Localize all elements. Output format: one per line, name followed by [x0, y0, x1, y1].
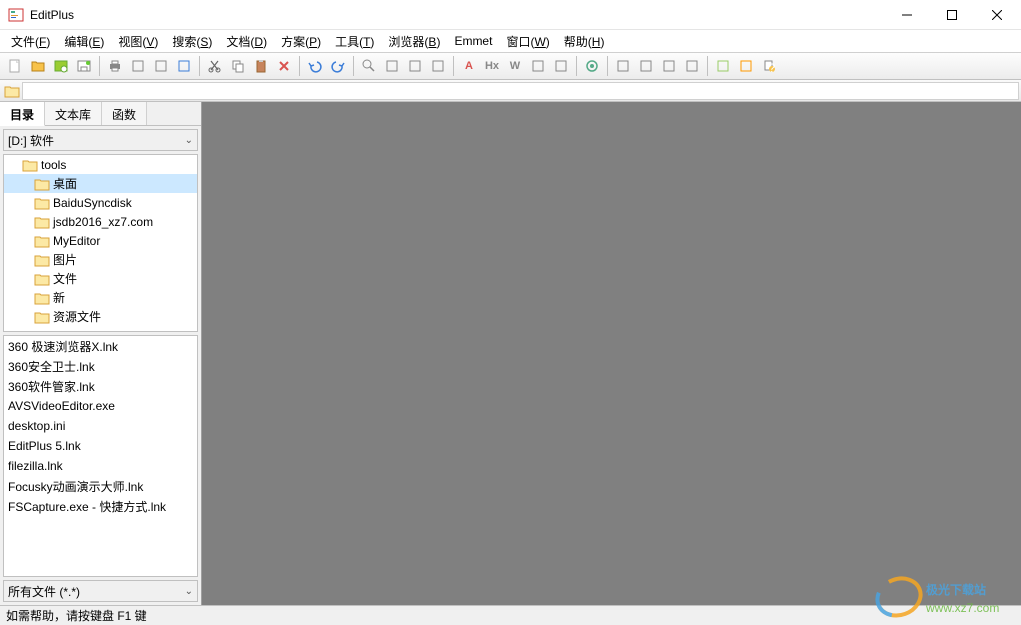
- undo-icon[interactable]: [304, 55, 326, 77]
- statusbar: 如需帮助，请按键盘 F1 键: [0, 605, 1021, 625]
- menu-E[interactable]: 编辑(E): [57, 31, 111, 52]
- new-file-icon[interactable]: [4, 55, 26, 77]
- save-icon[interactable]: [73, 55, 95, 77]
- tool1-icon[interactable]: [712, 55, 734, 77]
- toolbar-separator: [353, 56, 354, 76]
- help-icon[interactable]: ?: [758, 55, 780, 77]
- tool2-icon[interactable]: [735, 55, 757, 77]
- titlebar: EditPlus: [0, 0, 1021, 30]
- folder-jsdb2016_xz7.com[interactable]: jsdb2016_xz7.com: [4, 212, 197, 231]
- menu-P[interactable]: 方案(P): [274, 31, 328, 52]
- toolbar-separator: [199, 56, 200, 76]
- indent-icon[interactable]: [527, 55, 549, 77]
- wrap-icon[interactable]: W: [504, 55, 526, 77]
- folder-MyEditor[interactable]: MyEditor: [4, 231, 197, 250]
- folder-icon[interactable]: [2, 82, 22, 100]
- file-item[interactable]: 360软件管家.lnk: [4, 376, 197, 396]
- cut-icon[interactable]: [204, 55, 226, 77]
- file-list[interactable]: 360 极速浏览器X.lnk360安全卫士.lnk360软件管家.lnkAVSV…: [3, 335, 198, 577]
- settings-icon[interactable]: [581, 55, 603, 77]
- code-icon[interactable]: [173, 55, 195, 77]
- chevron-down-icon: ⌄: [185, 586, 193, 597]
- file-item[interactable]: desktop.ini: [4, 416, 197, 436]
- toolbar-separator: [576, 56, 577, 76]
- bookmark-icon[interactable]: [381, 55, 403, 77]
- maximize-button[interactable]: [929, 0, 974, 29]
- folder-文件[interactable]: 文件: [4, 269, 197, 288]
- copy-icon[interactable]: [227, 55, 249, 77]
- editor-area: [202, 102, 1021, 605]
- file-item[interactable]: 360 极速浏览器X.lnk: [4, 336, 197, 356]
- menu-B[interactable]: 浏览器(B): [381, 31, 447, 52]
- svg-text:?: ?: [769, 61, 776, 74]
- toolbar: AHxW?: [0, 52, 1021, 80]
- open-file-icon[interactable]: [27, 55, 49, 77]
- sidebar-tab-函数[interactable]: 函数: [102, 102, 147, 125]
- sidebar-tab-目录[interactable]: 目录: [0, 102, 45, 126]
- menubar: 文件(F)编辑(E)视图(V)搜索(S)文档(D)方案(P)工具(T)浏览器(B…: [0, 30, 1021, 52]
- drive-selector[interactable]: [D:] 软件 ⌄: [3, 129, 198, 151]
- menu-W[interactable]: 窗口(W): [499, 31, 556, 52]
- close-button[interactable]: [974, 0, 1019, 29]
- chevron-down-icon: ⌄: [185, 135, 193, 146]
- address-bar: [0, 80, 1021, 102]
- menu-T[interactable]: 工具(T): [328, 31, 381, 52]
- menu-V[interactable]: 视图(V): [111, 31, 165, 52]
- menu-H[interactable]: 帮助(H): [557, 31, 612, 52]
- window-title: EditPlus: [30, 8, 884, 22]
- window2-icon[interactable]: [635, 55, 657, 77]
- file-item[interactable]: EditPlus 5.lnk: [4, 436, 197, 456]
- goto-icon[interactable]: [427, 55, 449, 77]
- find-icon[interactable]: [358, 55, 380, 77]
- file-item[interactable]: filezilla.lnk: [4, 456, 197, 476]
- font-icon[interactable]: A: [458, 55, 480, 77]
- window3-icon[interactable]: [658, 55, 680, 77]
- file-item[interactable]: Focusky动画演示大师.lnk: [4, 476, 197, 496]
- paste-icon[interactable]: [250, 55, 272, 77]
- replace-icon[interactable]: [404, 55, 426, 77]
- app-icon: [8, 7, 24, 23]
- menu-S[interactable]: 搜索(S): [165, 31, 219, 52]
- menu-F[interactable]: 文件(F): [4, 31, 57, 52]
- file-filter[interactable]: 所有文件 (*.*) ⌄: [3, 580, 198, 602]
- menu-Emmet[interactable]: Emmet: [447, 32, 499, 50]
- toolbar-separator: [707, 56, 708, 76]
- file-item[interactable]: FSCapture.exe - 快捷方式.lnk: [4, 496, 197, 516]
- sidebar-tabs: 目录文本库函数: [0, 102, 201, 126]
- folder-BaiduSyncdisk[interactable]: BaiduSyncdisk: [4, 193, 197, 212]
- toolbar-separator: [607, 56, 608, 76]
- print-icon[interactable]: [104, 55, 126, 77]
- arrow-down-icon[interactable]: [150, 55, 172, 77]
- folder-tree[interactable]: tools桌面BaiduSyncdiskjsdb2016_xz7.comMyEd…: [3, 154, 198, 332]
- window4-icon[interactable]: [681, 55, 703, 77]
- address-input[interactable]: [22, 82, 1019, 100]
- filter-label: 所有文件 (*.*): [8, 583, 80, 600]
- folder-桌面[interactable]: 桌面: [4, 174, 197, 193]
- print-preview-icon[interactable]: [127, 55, 149, 77]
- file-item[interactable]: 360安全卫士.lnk: [4, 356, 197, 376]
- folder-新[interactable]: 新: [4, 288, 197, 307]
- file-item[interactable]: AVSVideoEditor.exe: [4, 396, 197, 416]
- delete-icon[interactable]: [273, 55, 295, 77]
- window1-icon[interactable]: [612, 55, 634, 77]
- redo-icon[interactable]: [327, 55, 349, 77]
- hex-icon[interactable]: Hx: [481, 55, 503, 77]
- folder-图片[interactable]: 图片: [4, 250, 197, 269]
- folder-资源文件[interactable]: 资源文件: [4, 307, 197, 326]
- toolbar-separator: [299, 56, 300, 76]
- open-recent-icon[interactable]: [50, 55, 72, 77]
- minimize-button[interactable]: [884, 0, 929, 29]
- menu-D[interactable]: 文档(D): [219, 31, 274, 52]
- folder-tools[interactable]: tools: [4, 155, 197, 174]
- column-icon[interactable]: [550, 55, 572, 77]
- toolbar-separator: [453, 56, 454, 76]
- sidebar: 目录文本库函数 [D:] 软件 ⌄ tools桌面BaiduSyncdiskjs…: [0, 102, 202, 605]
- sidebar-tab-文本库[interactable]: 文本库: [45, 102, 102, 125]
- drive-label: [D:] 软件: [8, 132, 54, 149]
- toolbar-separator: [99, 56, 100, 76]
- status-text: 如需帮助，请按键盘 F1 键: [6, 607, 147, 624]
